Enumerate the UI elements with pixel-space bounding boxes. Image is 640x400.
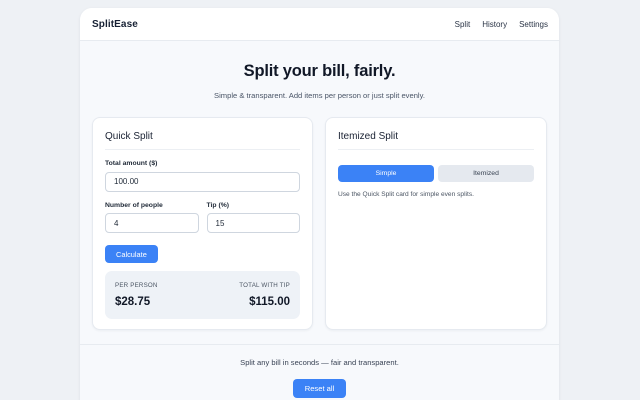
- itemized-hint-text: Use the Quick Split card for simple even…: [338, 191, 474, 198]
- nav-link-split[interactable]: Split: [455, 20, 471, 29]
- people-field-group: Number of people: [105, 192, 199, 233]
- quick-split-title: Quick Split: [105, 131, 300, 150]
- footer-text: Split any bill in seconds — fair and tra…: [240, 358, 399, 367]
- top-navbar: SplitEase Split History Settings: [80, 8, 559, 41]
- nav-link-settings[interactable]: Settings: [519, 20, 548, 29]
- nav-link-history[interactable]: History: [482, 20, 507, 29]
- tip-input[interactable]: [206, 213, 300, 233]
- total-with-tip-value: $115.00: [249, 296, 290, 308]
- toggle-simple-button[interactable]: Simple: [338, 165, 434, 182]
- page-subtitle: Simple & transparent. Add items per pers…: [214, 91, 425, 100]
- page-title: Split your bill, fairly.: [243, 62, 396, 80]
- people-input[interactable]: [105, 213, 199, 233]
- itemized-split-card: Itemized Split Simple Itemized Use the Q…: [325, 117, 547, 330]
- toggle-itemized-button[interactable]: Itemized: [438, 165, 534, 182]
- per-person-result: PER PERSON $28.75: [115, 282, 158, 319]
- calculate-button[interactable]: Calculate: [105, 245, 158, 263]
- hero-section: Split your bill, fairly. Simple & transp…: [80, 41, 559, 105]
- total-amount-label: Total amount ($): [105, 160, 158, 167]
- total-with-tip-label: TOTAL WITH TIP: [239, 282, 290, 289]
- brand-logo[interactable]: SplitEase: [92, 19, 138, 30]
- cards-row: Quick Split Total amount ($) Number of p…: [92, 117, 547, 330]
- tip-label: Tip (%): [206, 201, 230, 209]
- itemized-split-title: Itemized Split: [338, 131, 534, 150]
- reset-all-button[interactable]: Reset all: [292, 379, 347, 398]
- app-window: SplitEase Split History Settings Split y…: [80, 8, 559, 400]
- total-with-tip-result: TOTAL WITH TIP $115.00: [239, 282, 290, 319]
- quick-split-card: Quick Split Total amount ($) Number of p…: [92, 117, 313, 330]
- split-mode-toggle: Simple Itemized: [338, 165, 534, 182]
- result-panel: PER PERSON $28.75 TOTAL WITH TIP $115.00: [105, 271, 300, 319]
- per-person-label: PER PERSON: [115, 282, 158, 289]
- per-person-value: $28.75: [115, 296, 151, 308]
- people-label: Number of people: [105, 201, 163, 209]
- people-tip-row: Number of people Tip (%): [105, 192, 300, 233]
- tip-field-group: Tip (%): [206, 192, 300, 233]
- footer: Split any bill in seconds — fair and tra…: [80, 344, 559, 400]
- total-amount-input[interactable]: [105, 171, 300, 192]
- nav-links: Split History Settings: [455, 20, 548, 29]
